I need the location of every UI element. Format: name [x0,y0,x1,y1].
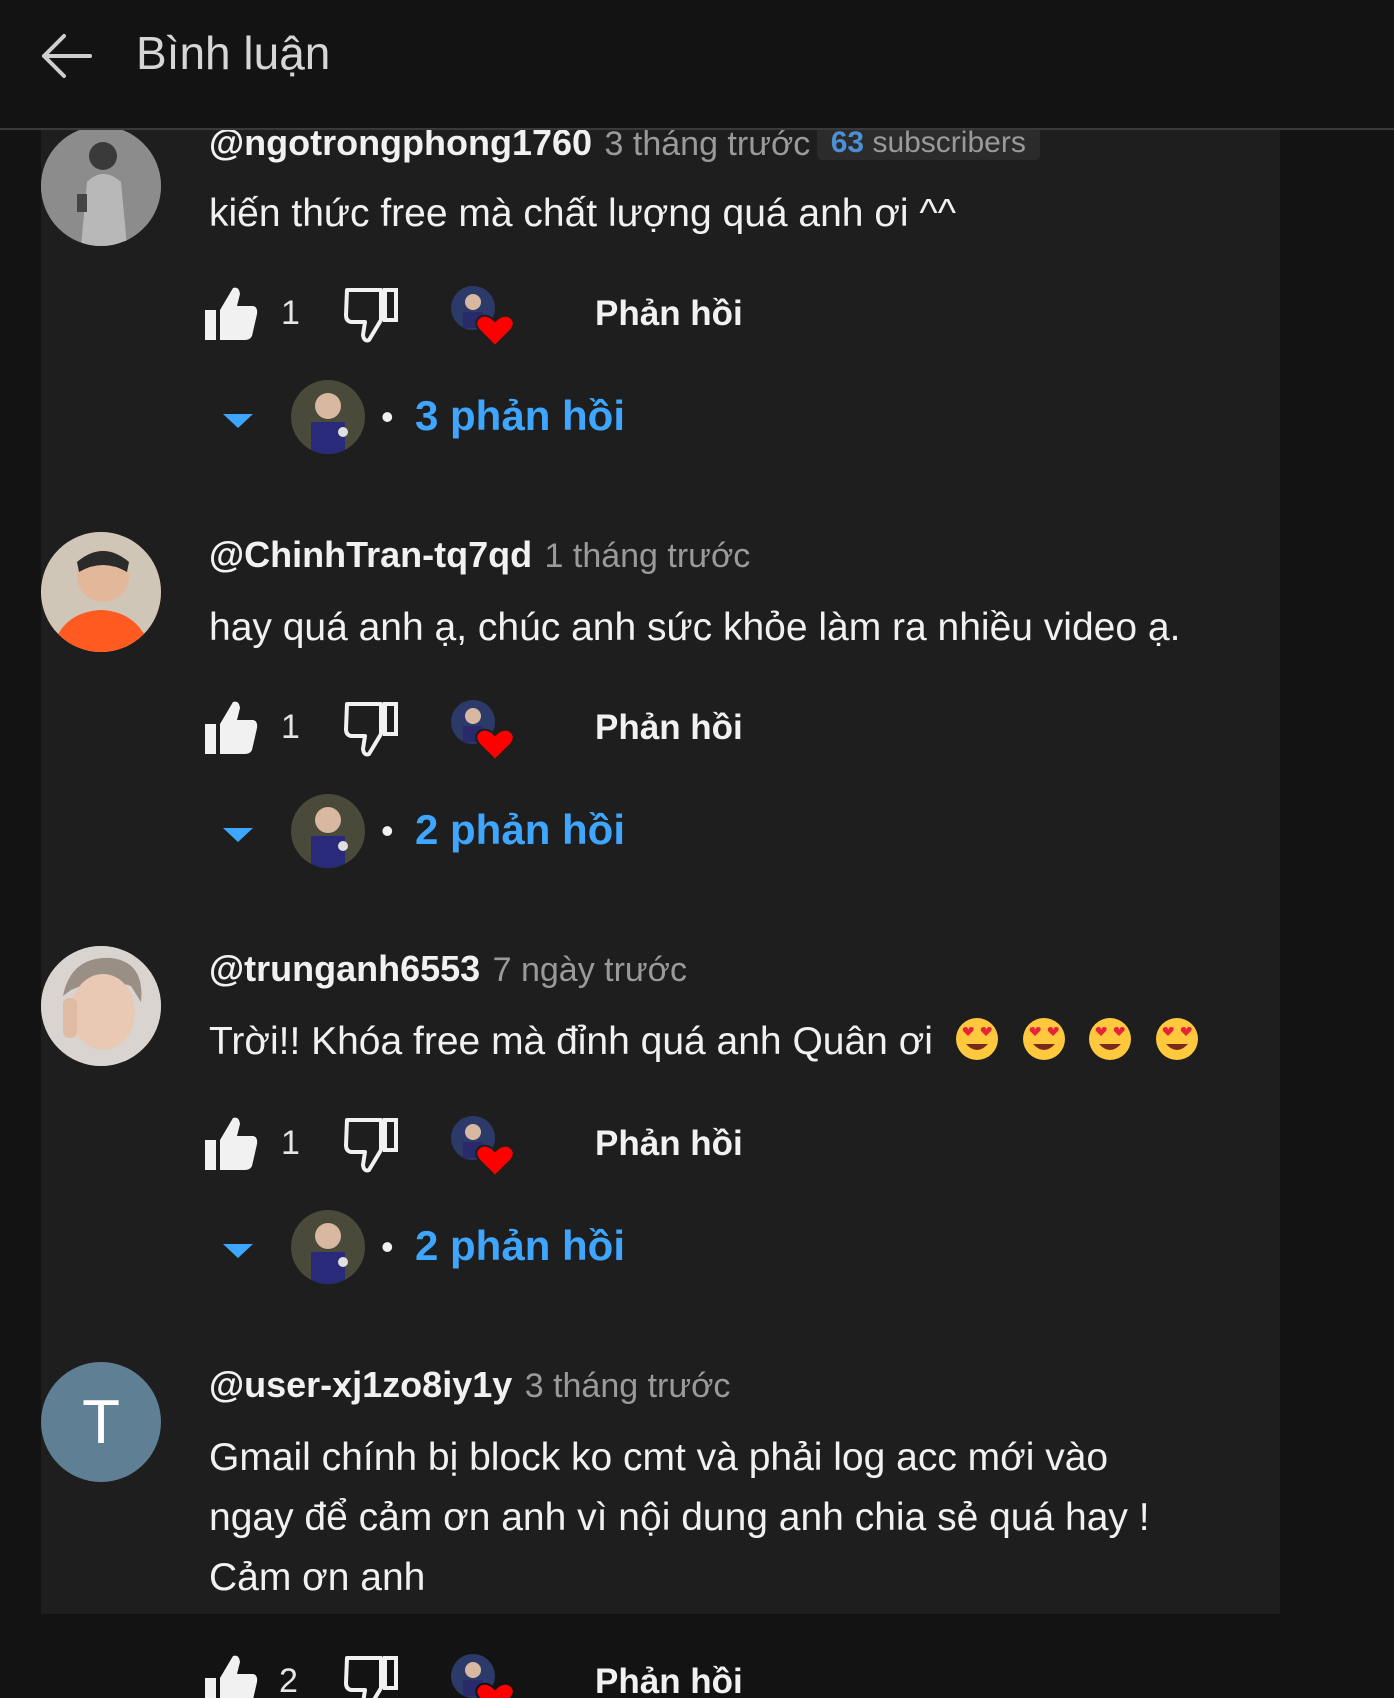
comment-actions: 1 Phản hồi [203,696,903,766]
subscribers-label: subscribers [872,126,1026,159]
reply-button[interactable]: Phản hồi [595,708,743,748]
replies-toggle[interactable]: • 2 phản hồi [221,792,821,872]
like-icon[interactable] [203,1114,259,1172]
comment-actions: 1 Phản hồi [203,282,903,352]
user-photo-icon [41,946,161,1066]
subscribers-count: 63 [830,126,865,159]
reply-button[interactable]: Phản hồi [595,1124,743,1164]
heart-eyes-emoji-icon [1156,1018,1199,1060]
chevron-down-icon[interactable] [221,826,255,844]
creator-avatar [291,1210,365,1284]
like-count: 1 [281,1124,300,1162]
replies-toggle[interactable]: • 2 phản hồi [221,1208,821,1288]
like-count: 2 [279,1662,298,1698]
author-name[interactable]: @trunganh6553 [209,948,480,989]
creator-heart-icon[interactable] [449,284,515,350]
user-photo-icon [41,532,161,652]
separator-dot: • [381,1226,394,1267]
dislike-icon[interactable] [343,1116,399,1174]
reply-button[interactable]: Phản hồi [595,294,743,334]
creator-avatar [291,794,365,868]
replies-toggle[interactable]: • 3 phản hồi [221,378,821,458]
comment-text: Gmail chính bị block ko cmt và phải log … [209,1428,1269,1608]
reply-button[interactable]: Phản hồi [595,1662,743,1698]
timestamp[interactable]: 3 tháng trước [525,1367,731,1405]
like-icon[interactable] [203,698,259,756]
comment-text-line: Gmail chính bị block ko cmt và phải log … [209,1436,1109,1479]
avatar[interactable] [41,126,161,246]
heart-eyes-emoji-icon [955,1018,998,1060]
comment-text-line: Cảm ơn anh [209,1556,426,1599]
subscribers-badge: 63 subscribers [816,126,1040,160]
like-icon[interactable] [203,284,259,342]
comment-actions-overflow: 2 Phản hồi [0,1614,1394,1698]
user-photo-icon [41,126,161,246]
separator-dot: • [381,396,394,437]
avatar-letter: T [82,1387,120,1457]
comment-header: @user-xj1zo8iy1y 3 tháng trước [209,1364,730,1406]
timestamp[interactable]: 7 ngày trước [493,951,687,989]
comment-text: hay quá anh ạ, chúc anh sức khỏe làm ra … [209,606,1181,649]
comments-panel: @ngotrongphong1760 3 tháng trước 63 subs… [41,94,1280,1614]
creator-heart-icon[interactable] [449,1114,515,1180]
comment-text: Trời!! Khóa free mà đỉnh quá anh Quân ơi [209,1012,1269,1072]
replies-count[interactable]: 3 phản hồi [415,392,625,440]
comment-header: @trunganh6553 7 ngày trước [209,948,687,990]
author-name[interactable]: @user-xj1zo8iy1y [209,1364,512,1405]
creator-heart-icon[interactable] [449,698,515,764]
chevron-down-icon[interactable] [221,1242,255,1260]
timestamp[interactable]: 3 tháng trước [605,125,811,163]
comment-header: @ChinhTran-tq7qd 1 tháng trước [209,534,750,576]
chevron-down-icon[interactable] [221,412,255,430]
timestamp[interactable]: 1 tháng trước [545,537,751,575]
author-name[interactable]: @ChinhTran-tq7qd [209,534,532,575]
back-arrow-icon[interactable] [38,28,94,84]
dislike-icon[interactable] [343,1654,399,1698]
comment-text: kiến thức free mà chất lượng quá anh ơi … [209,192,956,235]
comment-actions: 1 Phản hồi [203,1112,903,1182]
heart-eyes-emoji-icon [1089,1018,1132,1060]
like-count: 1 [281,708,300,746]
comment-text-line: ngay để cảm ơn anh vì nội dung anh chia … [209,1496,1150,1539]
like-icon[interactable] [203,1652,259,1698]
dislike-icon[interactable] [343,286,399,344]
like-count: 1 [281,294,300,332]
dislike-icon[interactable] [343,700,399,758]
avatar[interactable]: T [41,1362,161,1482]
page-title: Bình luận [136,27,331,79]
heart-eyes-emoji-icon [1022,1018,1065,1060]
creator-heart-icon[interactable] [449,1652,515,1698]
replies-count[interactable]: 2 phản hồi [415,1222,625,1270]
comment-actions: 2 Phản hồi [203,1650,903,1698]
comment-text-content: Trời!! Khóa free mà đỉnh quá anh Quân ơi [209,1020,933,1063]
creator-avatar [291,380,365,454]
top-bar: Bình luận [0,0,1394,130]
separator-dot: • [381,810,394,851]
avatar[interactable] [41,532,161,652]
replies-count[interactable]: 2 phản hồi [415,806,625,854]
avatar[interactable] [41,946,161,1066]
